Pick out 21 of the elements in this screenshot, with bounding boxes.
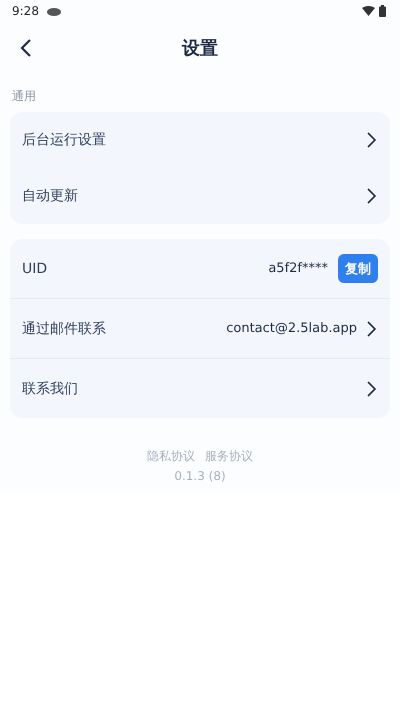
row-value: contact@2.5lab.app (226, 321, 357, 336)
chevron-icon[interactable] (367, 320, 376, 336)
wifi-icon (362, 6, 375, 16)
chevron-icon[interactable] (367, 380, 376, 396)
version-text: 0.1.3 (8) (173, 469, 227, 483)
row-label: 自动更新 (22, 187, 78, 205)
chevron-icon[interactable] (367, 188, 376, 204)
row-label: 后台运行设置 (22, 131, 106, 149)
row-label: UID (22, 260, 48, 276)
footer-link[interactable]: 服务协议 (205, 448, 253, 465)
status-time: 9:28 (12, 4, 39, 18)
footer-link[interactable]: 隐私协议 (147, 448, 195, 465)
chevron-icon[interactable] (367, 132, 376, 148)
section-title: 通用 (11, 88, 37, 105)
battery-icon (379, 5, 386, 17)
page-title: 设置 (182, 37, 218, 60)
copy-button[interactable]: 复制 (338, 254, 378, 283)
row-label: 联系我们 (22, 380, 78, 398)
row-label: 通过邮件联系 (22, 320, 106, 338)
row-value: a5f2f**** (268, 261, 328, 276)
cloud-icon (46, 6, 61, 16)
